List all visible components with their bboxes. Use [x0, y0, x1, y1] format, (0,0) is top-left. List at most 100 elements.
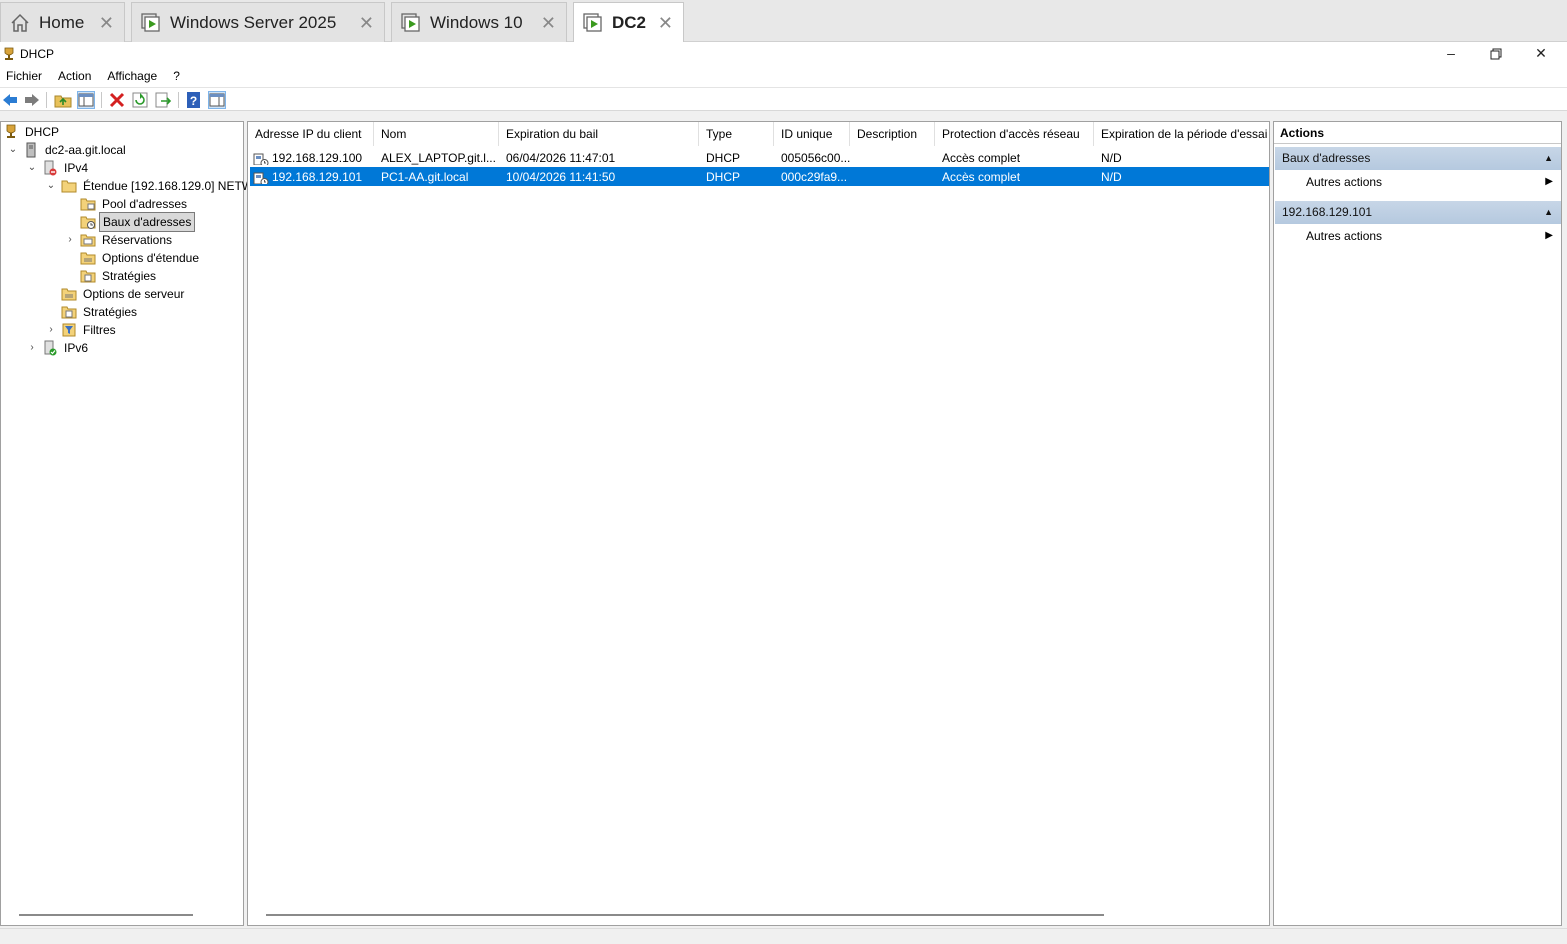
back-arrow-icon[interactable]	[1, 91, 19, 109]
tab-dc2[interactable]: DC2 ✕	[573, 2, 684, 42]
tree-label: DHCP	[25, 125, 60, 139]
menu-affichage[interactable]: Affichage	[101, 69, 165, 83]
close-window-button[interactable]: ✕	[1518, 42, 1564, 64]
tree-label: IPv4	[64, 161, 89, 175]
server-icon	[23, 142, 39, 158]
list-header: Adresse IP du client Nom Expiration du b…	[248, 122, 1269, 146]
column-header-expiry[interactable]: Expiration du bail	[499, 122, 699, 146]
table-row[interactable]: 192.168.129.101 PC1-AA.git.local 10/04/2…	[250, 167, 1269, 186]
close-icon[interactable]: ✕	[99, 13, 114, 34]
tree-label: IPv6	[64, 341, 89, 355]
section-label: 192.168.129.101	[1282, 205, 1373, 219]
list-horizontal-scrollbar[interactable]	[266, 914, 1104, 916]
home-icon	[9, 12, 31, 34]
column-header-description[interactable]: Description	[850, 122, 935, 146]
lease-expiry: 10/04/2026 11:41:50	[506, 169, 616, 184]
lease-nap: Accès complet	[942, 150, 1021, 165]
actions-pane: Actions Baux d'adresses ▲ Autres actions…	[1273, 121, 1562, 926]
lease-unique-id: 005056c00...	[781, 150, 850, 165]
lease-list: Adresse IP du client Nom Expiration du b…	[247, 121, 1270, 926]
chevron-down-icon[interactable]: ⌄	[45, 177, 57, 195]
tree-item-filters[interactable]: › Filtres	[45, 321, 119, 339]
tree-item-server[interactable]: ⌄ dc2-aa.git.local	[7, 141, 129, 159]
tree-item-ipv4[interactable]: ⌄ IPv4	[26, 159, 91, 177]
delete-icon[interactable]	[108, 91, 126, 109]
submenu-arrow-icon: ▶	[1545, 230, 1553, 241]
ipv4-icon	[42, 160, 58, 176]
column-header-unique-id[interactable]: ID unique	[774, 122, 850, 146]
close-icon[interactable]: ✕	[541, 13, 556, 34]
tab-windows-10[interactable]: Windows 10 ✕	[391, 2, 567, 42]
lease-name: ALEX_LAPTOP.git.l...	[381, 150, 496, 165]
chevron-down-icon[interactable]: ⌄	[26, 159, 38, 177]
tree-item-scope-options[interactable]: Options d'étendue	[80, 249, 202, 267]
column-header-nap[interactable]: Protection d'accès réseau	[935, 122, 1094, 146]
column-header-ip[interactable]: Adresse IP du client	[248, 122, 374, 146]
tree-item-policies[interactable]: Stratégies	[61, 303, 140, 321]
show-hide-tree-icon[interactable]	[77, 91, 95, 109]
tree-label: Pool d'adresses	[102, 197, 188, 211]
tab-home[interactable]: Home ✕	[0, 2, 125, 42]
folder-icon	[61, 178, 77, 194]
policies-icon	[80, 268, 96, 284]
lease-client-icon	[253, 152, 269, 165]
window-title: DHCP	[20, 46, 55, 61]
policies-icon	[61, 304, 77, 320]
lease-client-icon	[253, 171, 269, 184]
lease-unique-id: 000c29fa9...	[781, 169, 848, 184]
collapse-up-icon[interactable]: ▲	[1544, 147, 1553, 170]
folder-up-icon[interactable]	[54, 91, 72, 109]
minimize-button[interactable]: –	[1428, 42, 1474, 64]
tab-windows-server-2025[interactable]: Windows Server 2025 ✕	[131, 2, 385, 42]
toolbar: ?	[0, 87, 1567, 111]
tree-item-dhcp[interactable]: DHCP	[3, 123, 62, 141]
more-actions-item[interactable]: Autres actions ▶	[1274, 225, 1561, 247]
tree-item-ipv6[interactable]: › IPv6	[26, 339, 91, 357]
menu-bar: Fichier Action Affichage ?	[0, 65, 1567, 87]
show-action-pane-icon[interactable]	[208, 91, 226, 109]
refresh-icon[interactable]	[131, 91, 149, 109]
svg-text:?: ?	[190, 94, 197, 108]
table-row[interactable]: 192.168.129.100 ALEX_LAPTOP.git.l... 06/…	[250, 148, 1269, 167]
tab-label: Windows 10	[430, 12, 523, 32]
close-icon[interactable]: ✕	[658, 13, 673, 34]
tree-item-reservations[interactable]: › Réservations	[64, 231, 175, 249]
tree-label: Stratégies	[83, 305, 138, 319]
close-icon[interactable]: ✕	[359, 13, 374, 34]
menu-action[interactable]: Action	[52, 69, 99, 83]
chevron-right-icon[interactable]: ›	[26, 339, 38, 357]
chevron-right-icon[interactable]: ›	[45, 321, 57, 339]
actions-title: Actions	[1274, 122, 1561, 144]
chevron-down-icon[interactable]: ⌄	[7, 141, 19, 159]
column-header-name[interactable]: Nom	[374, 122, 499, 146]
menu-help[interactable]: ?	[167, 69, 188, 83]
tree-item-pool[interactable]: Pool d'adresses	[80, 195, 190, 213]
dhcp-icon	[2, 47, 16, 61]
ipv6-icon	[42, 340, 58, 356]
lease-type: DHCP	[706, 150, 741, 165]
actions-section-leases[interactable]: Baux d'adresses ▲	[1275, 147, 1561, 170]
menu-fichier[interactable]: Fichier	[0, 69, 50, 83]
tree-item-scope-policies[interactable]: Stratégies	[80, 267, 159, 285]
column-header-type[interactable]: Type	[699, 122, 774, 146]
status-bar	[0, 928, 1567, 944]
tree-label: Réservations	[102, 233, 173, 247]
chevron-right-icon[interactable]: ›	[64, 231, 76, 249]
tree-item-leases[interactable]: Baux d'adresses	[80, 212, 196, 232]
tree-item-scope[interactable]: ⌄ Étendue [192.168.129.0] NETW	[45, 177, 256, 195]
tree-label: Options de serveur	[83, 287, 185, 301]
restore-button[interactable]	[1473, 42, 1519, 64]
collapse-up-icon[interactable]: ▲	[1544, 201, 1553, 224]
tree-item-server-options[interactable]: Options de serveur	[61, 285, 187, 303]
vm-icon	[400, 12, 422, 34]
tree-horizontal-scrollbar[interactable]	[19, 914, 193, 916]
lease-ip: 192.168.129.101	[272, 169, 363, 184]
help-icon[interactable]: ?	[185, 91, 203, 109]
forward-arrow-icon[interactable]	[23, 91, 41, 109]
more-actions-item[interactable]: Autres actions ▶	[1274, 171, 1561, 193]
action-label: Autres actions	[1306, 175, 1383, 189]
actions-section-selected-lease[interactable]: 192.168.129.101 ▲	[1275, 201, 1561, 224]
lease-nap: Accès complet	[942, 169, 1021, 184]
column-header-trial-expiry[interactable]: Expiration de la période d'essai	[1094, 122, 1269, 146]
export-list-icon[interactable]	[154, 91, 172, 109]
